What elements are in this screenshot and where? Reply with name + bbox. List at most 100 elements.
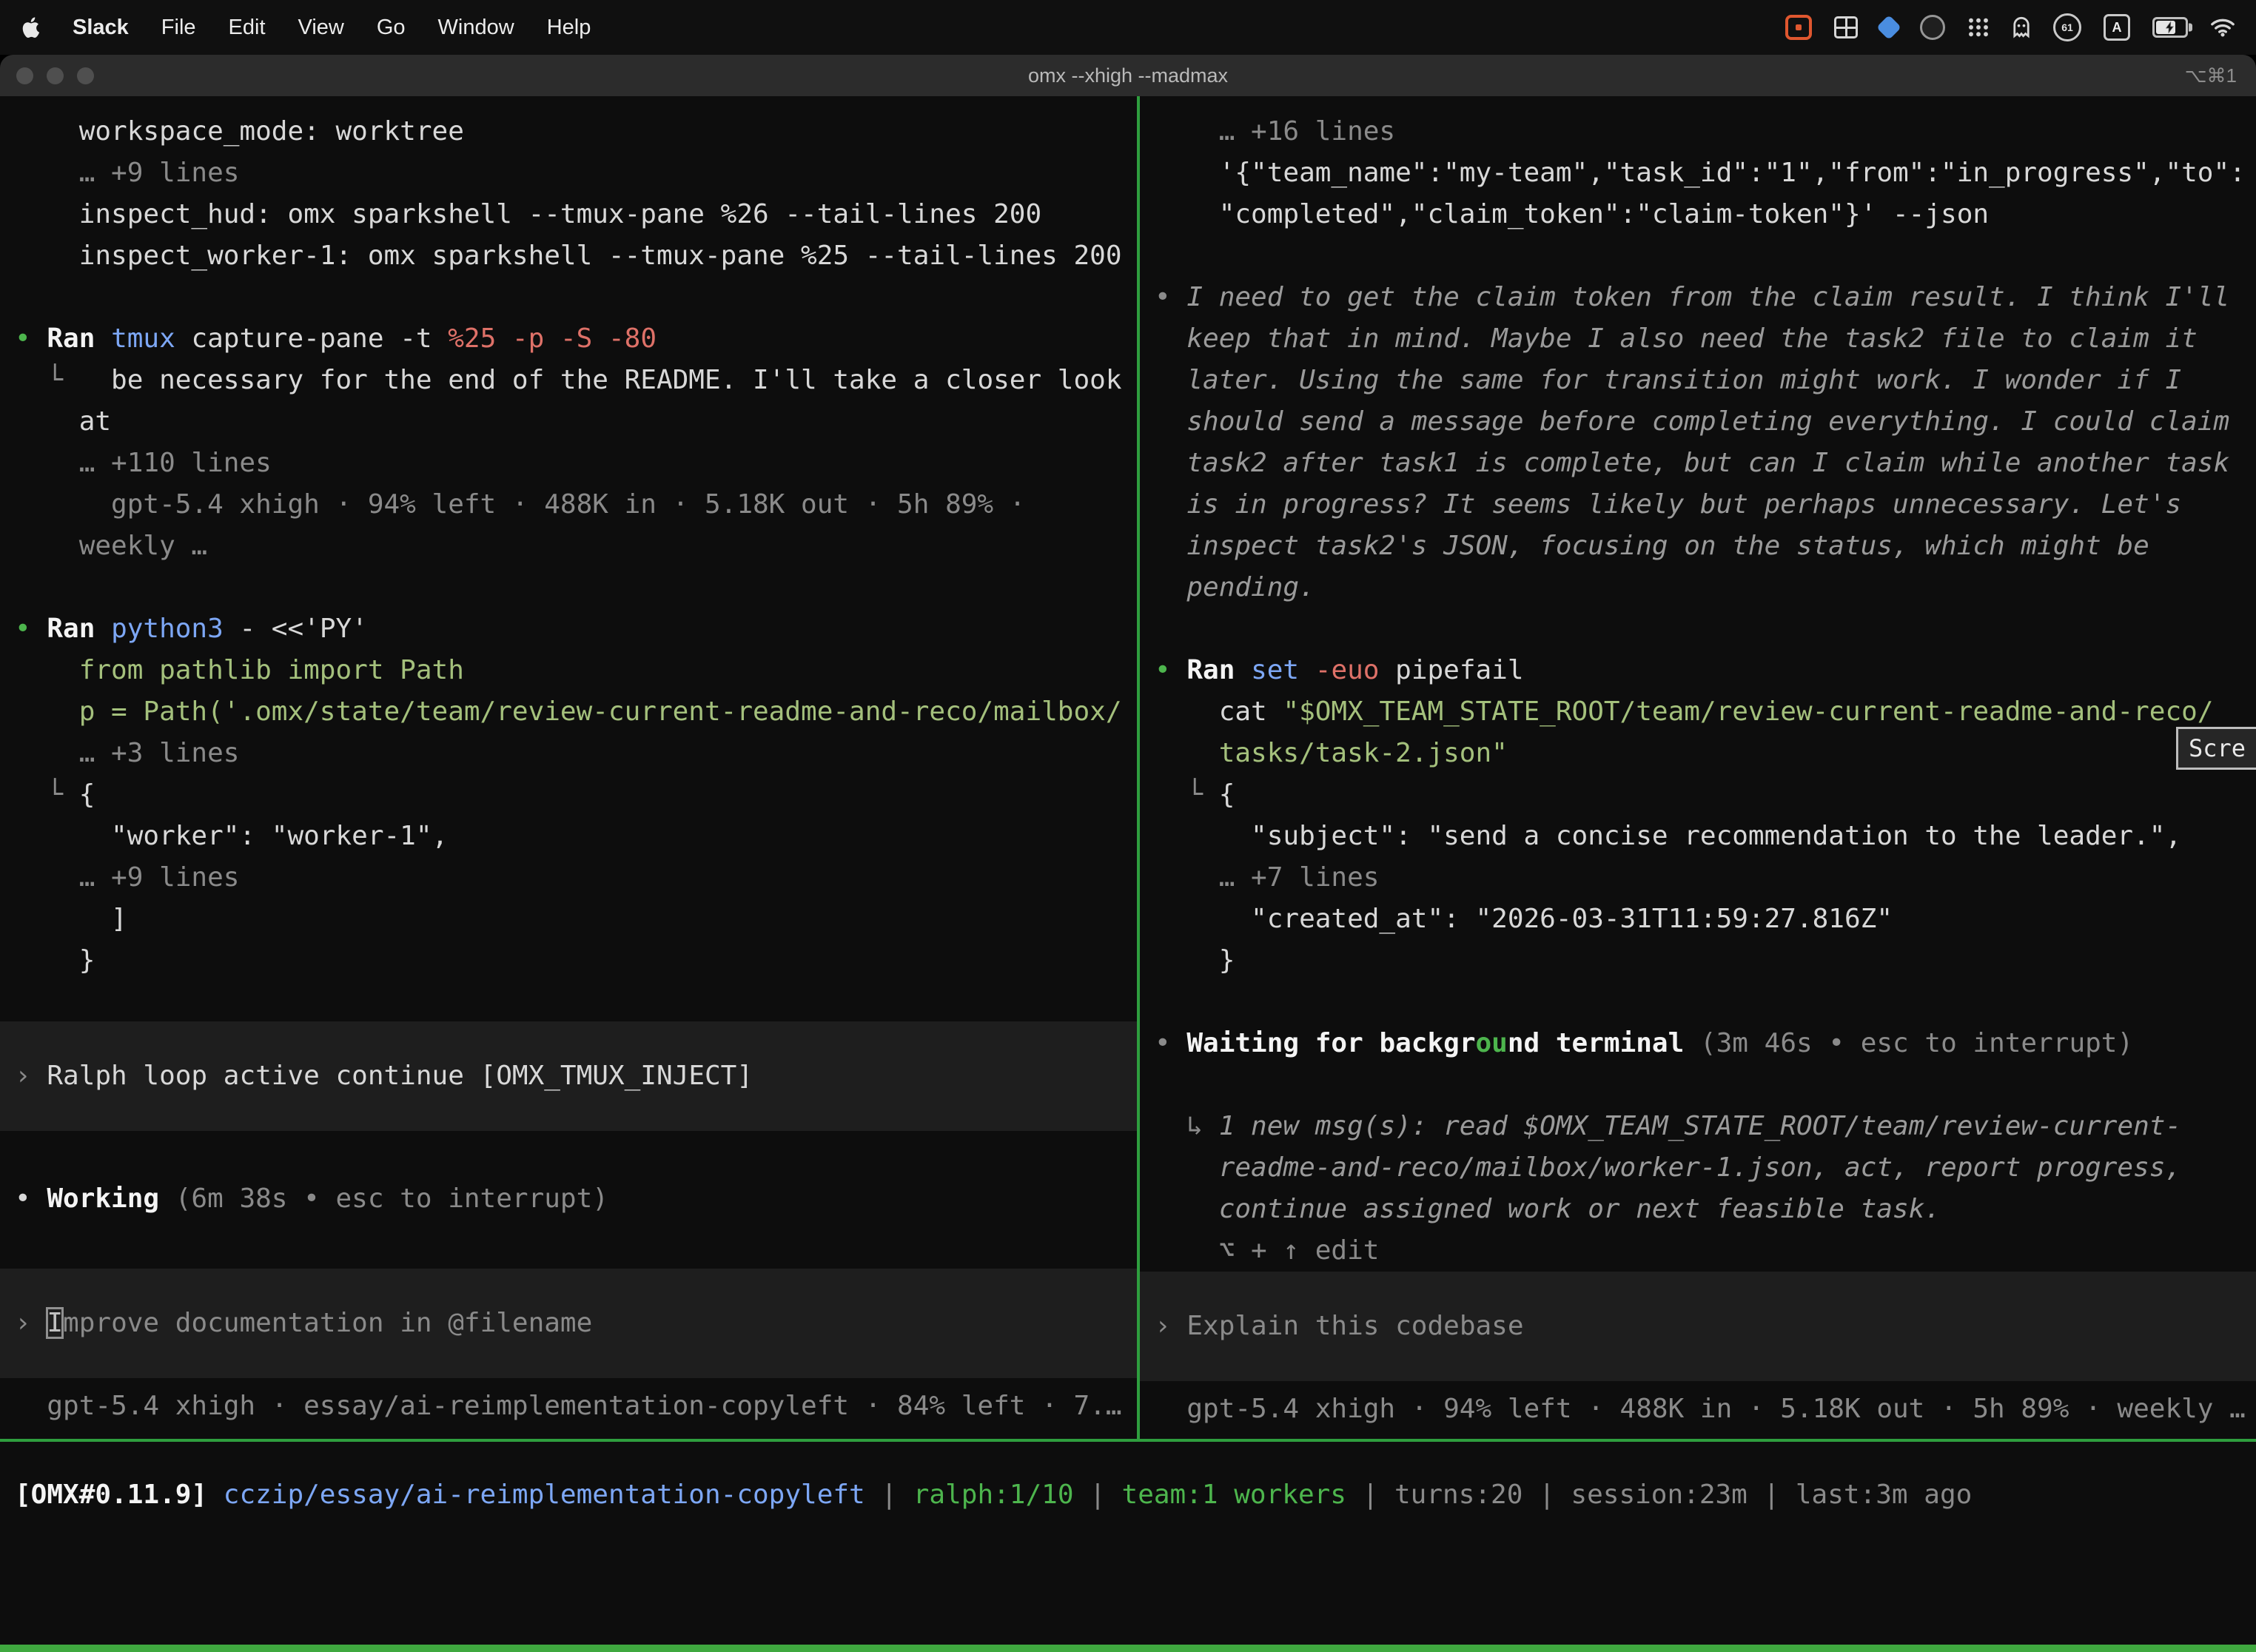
terminal-line: should send a message before completing … — [1140, 401, 2256, 443]
terminal-line: } — [1140, 940, 2256, 981]
right-prompt-band[interactable]: › Explain this codebase — [1140, 1272, 2256, 1381]
menu-item-file[interactable]: File — [161, 16, 196, 40]
battery-percent-gauge-icon[interactable]: 61 — [2053, 13, 2081, 41]
terminal-line: workspace_mode: worktree — [0, 111, 1137, 152]
terminal-line: gpt-5.4 xhigh · 94% left · 488K in · 5.1… — [0, 484, 1137, 526]
terminal-line: › Explain this codebase — [1140, 1306, 2256, 1347]
terminal-line: task2 after task1 is complete, but can I… — [1140, 443, 2256, 484]
omx-status-line: [OMX#0.11.9] cczip/essay/ai-reimplementa… — [0, 1474, 2256, 1516]
battery-icon[interactable] — [2152, 17, 2188, 38]
left-working-status: • Working (6m 38s • esc to interrupt) — [0, 1178, 1137, 1220]
menu-bar: Slack File Edit View Go Window Help 61 A — [0, 0, 2256, 55]
traffic-lights — [16, 55, 94, 96]
terminal-line: └ { — [1140, 774, 2256, 816]
terminal-line: • I need to get the claim token from the… — [1140, 277, 2256, 318]
terminal-line: gpt-5.4 xhigh · 94% left · 488K in · 5.1… — [1140, 1389, 2256, 1430]
terminal-line — [1140, 1064, 2256, 1106]
terminal-line — [0, 567, 1137, 608]
terminal-line: gpt-5.4 xhigh · essay/ai-reimplementatio… — [0, 1386, 1137, 1427]
terminal-line — [1140, 981, 2256, 1023]
terminal-line: inspect task2's JSON, focusing on the st… — [1140, 526, 2256, 567]
left-model-statusline: gpt-5.4 xhigh · essay/ai-reimplementatio… — [0, 1386, 1137, 1427]
terminal-line — [0, 277, 1137, 318]
terminal-line: inspect_worker-1: omx sparkshell --tmux-… — [0, 235, 1137, 277]
input-source-label: A — [2112, 21, 2122, 34]
terminal-line: • Ran python3 - <<'PY' — [0, 608, 1137, 650]
terminal-line: keep that in mind. Maybe I also need the… — [1140, 318, 2256, 360]
left-pane-output: workspace_mode: worktree … +9 lines insp… — [0, 111, 1137, 981]
terminal-line: at — [0, 401, 1137, 443]
tmux-panes: workspace_mode: worktree … +9 lines insp… — [0, 96, 2256, 1442]
terminal-line: pending. — [1140, 567, 2256, 608]
menu-item-view[interactable]: View — [298, 16, 344, 40]
window-manager-icon[interactable] — [1834, 16, 1858, 38]
blue-app-icon[interactable] — [1876, 15, 1901, 40]
terminal-line — [1140, 608, 2256, 650]
terminal-line: '{"team_name":"my-team","task_id":"1","f… — [1140, 152, 2256, 194]
terminal-line: • Ran set -euo pipefail — [1140, 650, 2256, 691]
terminal-line: "subject": "send a concise recommendatio… — [1140, 816, 2256, 857]
terminal-line: • Waiting for background terminal (3m 46… — [1140, 1023, 2256, 1064]
terminal-line: cat "$OMX_TEAM_STATE_ROOT/team/review-cu… — [1140, 691, 2256, 733]
apple-menu-icon[interactable] — [21, 16, 40, 38]
left-input-band: › Ralph loop active continue [OMX_TMUX_I… — [0, 1021, 1137, 1131]
window-title: omx --xhigh --madmax — [1028, 64, 1228, 87]
terminal-line: › Ralph loop active continue [OMX_TMUX_I… — [0, 1055, 1137, 1097]
input-source-icon[interactable]: A — [2104, 14, 2130, 41]
left-terminal-pane[interactable]: workspace_mode: worktree … +9 lines insp… — [0, 96, 1140, 1439]
gauge-value: 61 — [2061, 22, 2073, 33]
close-button[interactable] — [16, 67, 33, 84]
zoom-button[interactable] — [77, 67, 94, 84]
ghost-app-icon[interactable] — [2012, 16, 2031, 38]
menu-item-edit[interactable]: Edit — [229, 16, 266, 40]
terminal-line — [1140, 235, 2256, 277]
dark-app-icon[interactable] — [1920, 15, 1945, 40]
terminal-line: ⌥ + ↑ edit — [1140, 1230, 2256, 1272]
tmux-session-info: [omx-cczip0:bash* — [16, 1650, 289, 1652]
terminal-line: [OMX#0.11.9] cczip/essay/ai-reimplementa… — [0, 1474, 2256, 1516]
terminal-line: later. Using the same for transition mig… — [1140, 360, 2256, 401]
terminal-line: inspect_hud: omx sparkshell --tmux-pane … — [0, 194, 1137, 235]
terminal-line: └ be necessary for the end of the README… — [0, 360, 1137, 401]
terminal-line: … +16 lines — [1140, 111, 2256, 152]
menu-item-help[interactable]: Help — [547, 16, 591, 40]
menu-app-name[interactable]: Slack — [73, 16, 129, 40]
dots-grid-icon[interactable] — [1967, 17, 1990, 38]
screen-edge-tooltip: Scre — [2176, 727, 2256, 770]
right-model-statusline: gpt-5.4 xhigh · 94% left · 488K in · 5.1… — [1140, 1389, 2256, 1430]
tmux-host-and-time: "MacBook-Pro-44.local" 05:03 31-Mar-26 — [1630, 1650, 2240, 1652]
tmux-status-bar: [omx-cczip0:bash* "MacBook-Pro-44.local"… — [0, 1645, 2256, 1652]
terminal-line: continue assigned work or next feasible … — [1140, 1189, 2256, 1230]
desktop: Slack File Edit View Go Window Help 61 A — [0, 0, 2256, 1652]
left-prompt-band[interactable]: › Improve documentation in @filename — [0, 1269, 1137, 1378]
terminal-line: └ { — [0, 774, 1137, 816]
terminal-line: from pathlib import Path — [0, 650, 1137, 691]
right-terminal-pane[interactable]: … +16 lines '{"team_name":"my-team","tas… — [1140, 96, 2256, 1439]
bottom-status-area: [OMX#0.11.9] cczip/essay/ai-reimplementa… — [0, 1442, 2256, 1645]
terminal-line: • Working (6m 38s • esc to interrupt) — [0, 1178, 1137, 1220]
terminal-line: "worker": "worker-1", — [0, 816, 1137, 857]
wifi-icon[interactable] — [2210, 18, 2235, 37]
terminal-line: } — [0, 940, 1137, 981]
terminal-line: … +110 lines — [0, 443, 1137, 484]
terminal-line: p = Path('.omx/state/team/review-current… — [0, 691, 1137, 733]
menu-item-go[interactable]: Go — [377, 16, 406, 40]
terminal-line: is in progress? It seems likely but perh… — [1140, 484, 2256, 526]
terminal-window: omx --xhigh --madmax ⌥⌘1 workspace_mode:… — [0, 55, 2256, 1652]
terminal-line: … +3 lines — [0, 733, 1137, 774]
terminal-line: … +7 lines — [1140, 857, 2256, 899]
terminal-line: ↳ 1 new msg(s): read $OMX_TEAM_STATE_ROO… — [1140, 1106, 2256, 1147]
terminal-line: tasks/task-2.json" — [1140, 733, 2256, 774]
minimize-button[interactable] — [47, 67, 64, 84]
terminal-line: … +9 lines — [0, 152, 1137, 194]
window-shortcut-hint: ⌥⌘1 — [2185, 64, 2237, 87]
right-pane-output: … +16 lines '{"team_name":"my-team","tas… — [1140, 111, 2256, 1272]
terminal-line: weekly … — [0, 526, 1137, 567]
terminal-line: "completed","claim_token":"claim-token"}… — [1140, 194, 2256, 235]
menu-bar-status-icons: 61 A — [1785, 13, 2235, 41]
screen-recording-stop-icon[interactable] — [1785, 15, 1812, 40]
terminal-line: › Improve documentation in @filename — [0, 1303, 1137, 1344]
menu-item-window[interactable]: Window — [438, 16, 514, 40]
terminal-line: … +9 lines — [0, 857, 1137, 899]
window-titlebar[interactable]: omx --xhigh --madmax ⌥⌘1 — [0, 55, 2256, 96]
